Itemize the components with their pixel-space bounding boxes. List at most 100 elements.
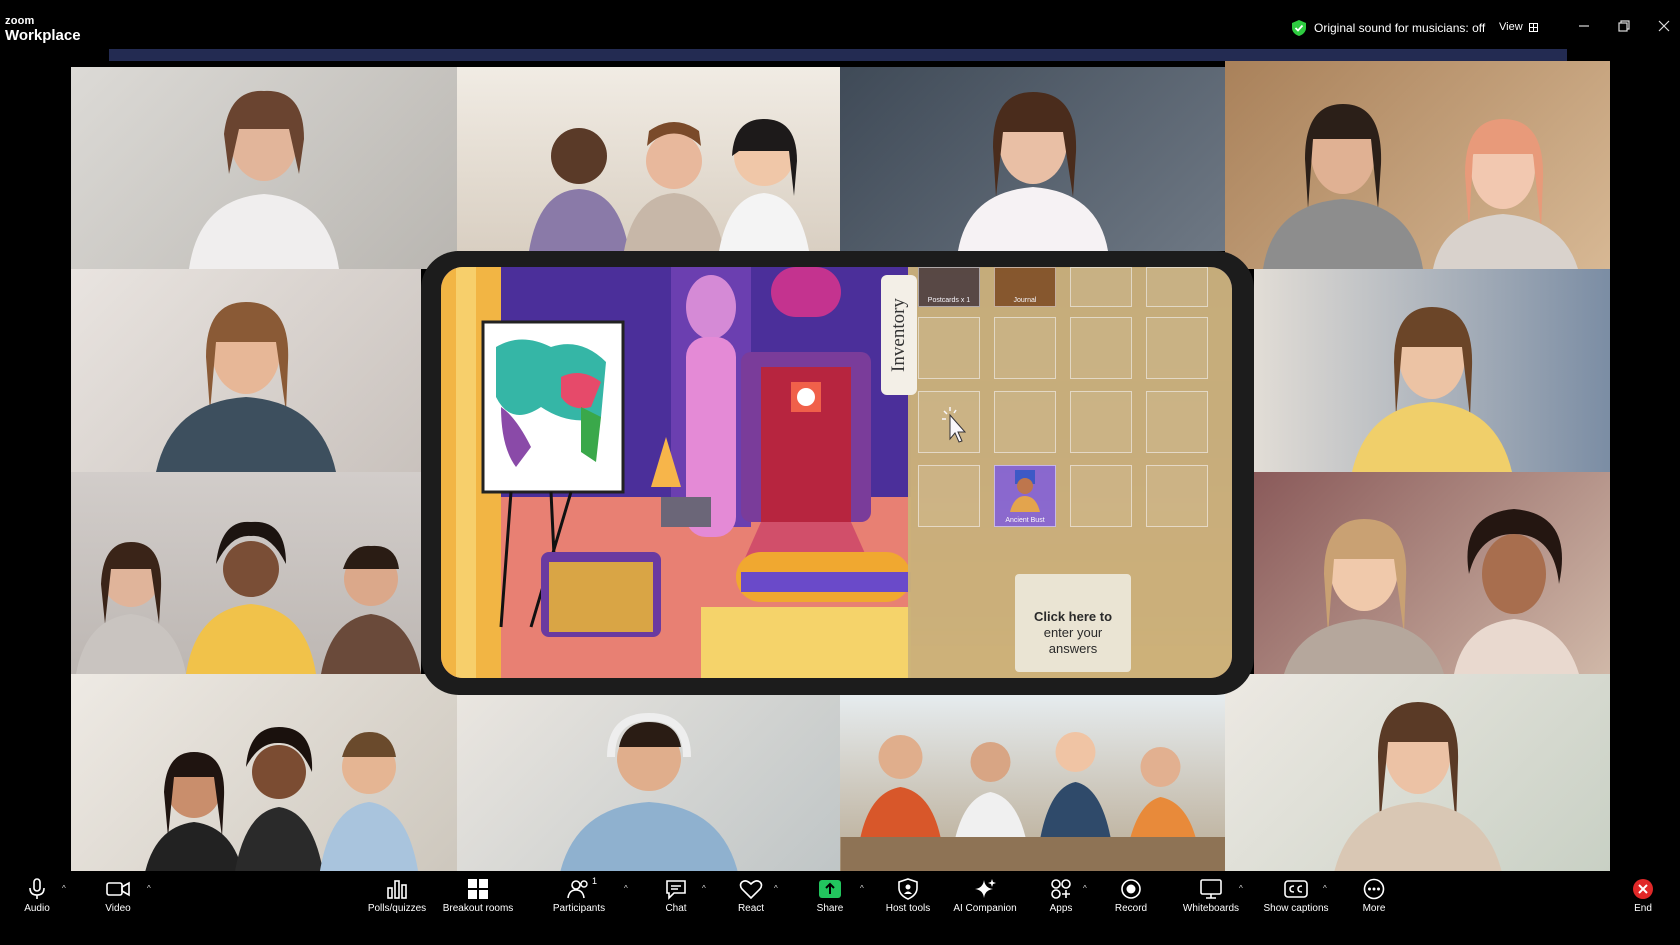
answer-prompt-line3: answers — [1048, 641, 1098, 656]
captions-label: Show captions — [1263, 903, 1329, 914]
audio-options-chevron-icon[interactable]: ^ — [62, 884, 66, 893]
item-label: Postcards x 1 — [927, 297, 971, 304]
inventory-slot[interactable]: Postcards x 1 — [918, 267, 980, 307]
chat-button[interactable]: Chat — [656, 878, 696, 914]
react-chevron-icon[interactable]: ^ — [774, 884, 778, 893]
close-icon[interactable] — [1656, 18, 1672, 34]
inventory-slot[interactable] — [994, 317, 1056, 379]
video-tile[interactable] — [71, 269, 421, 472]
react-button[interactable]: React — [731, 878, 771, 914]
brand-big: Workplace — [5, 27, 81, 44]
video-tile[interactable] — [1254, 472, 1610, 674]
answer-prompt-line1: Click here to — [1033, 609, 1113, 624]
record-icon — [1121, 879, 1141, 899]
participant-video — [840, 732, 1225, 877]
whiteboards-chevron-icon[interactable]: ^ — [1239, 884, 1243, 893]
participant-video — [1332, 702, 1503, 877]
video-button[interactable]: Video — [98, 878, 138, 914]
participant-video — [957, 92, 1108, 251]
item-label: Ancient Bust — [1005, 517, 1045, 524]
title-bar: zoom Workplace Original sound for musici… — [0, 0, 1680, 50]
video-tile[interactable] — [1225, 61, 1610, 269]
participant-video — [1284, 509, 1579, 674]
sparkle-icon — [975, 879, 996, 898]
inventory-slot[interactable] — [1070, 267, 1132, 307]
share-screen-icon — [819, 880, 841, 898]
chat-bubble-icon — [666, 880, 686, 900]
participant-video — [1352, 307, 1512, 472]
grid-view-icon — [1528, 22, 1538, 32]
bar-chart-icon — [387, 880, 407, 899]
restore-icon[interactable] — [1616, 18, 1632, 34]
participant-video — [156, 302, 336, 472]
escape-room-game[interactable]: Postcards x 1 Journal Ancient Bust Inven… — [441, 267, 1232, 678]
inventory-slot[interactable] — [1070, 391, 1132, 453]
inventory-slot[interactable]: Journal — [994, 267, 1056, 307]
minimize-icon[interactable] — [1576, 18, 1592, 34]
audio-button[interactable]: Audio — [17, 878, 57, 914]
inventory-tab[interactable]: Inventory — [881, 275, 917, 395]
video-tile[interactable] — [457, 694, 840, 877]
microphone-icon — [29, 878, 45, 899]
video-tile[interactable] — [840, 67, 1225, 251]
original-sound-indicator[interactable]: Original sound for musicians: off — [1292, 20, 1485, 36]
inventory-slot[interactable] — [1146, 391, 1208, 453]
captions-chevron-icon[interactable]: ^ — [1323, 884, 1327, 893]
inventory-slot[interactable] — [1146, 267, 1208, 307]
participant-video — [144, 727, 419, 877]
cursor-pointer-icon — [942, 407, 967, 443]
react-label: React — [737, 903, 765, 914]
video-tile[interactable] — [71, 67, 457, 269]
share-chevron-icon[interactable]: ^ — [860, 884, 864, 893]
video-label: Video — [105, 903, 131, 914]
enter-answers-button[interactable]: Click here to enter your answers — [1015, 574, 1131, 672]
zoom-workplace-logo: zoom Workplace — [5, 15, 81, 44]
video-tile[interactable] — [71, 472, 421, 674]
participants-button[interactable]: 1 Participants — [546, 876, 612, 914]
inventory-slot[interactable]: Ancient Bust — [994, 465, 1056, 527]
inventory-slot[interactable] — [918, 317, 980, 379]
participant-video — [528, 119, 809, 251]
whiteboards-button[interactable]: Whiteboards — [1176, 878, 1246, 914]
video-tile[interactable] — [71, 674, 457, 877]
more-button[interactable]: More — [1354, 878, 1394, 914]
host-tools-button[interactable]: Host tools — [878, 878, 938, 914]
inventory-slot[interactable] — [918, 465, 980, 527]
answer-prompt-line2: enter your — [1043, 625, 1103, 640]
video-tile[interactable] — [840, 694, 1225, 877]
share-button[interactable]: Share — [810, 878, 850, 914]
view-button[interactable]: View — [1499, 21, 1538, 33]
video-tile[interactable] — [1225, 674, 1610, 877]
record-button[interactable]: Record — [1111, 878, 1151, 914]
end-meeting-button[interactable]: End — [1625, 878, 1661, 914]
participants-label: Participants — [552, 903, 606, 914]
participant-video — [76, 521, 421, 674]
game-scene[interactable] — [441, 267, 911, 678]
inventory-slot[interactable] — [1070, 465, 1132, 527]
video-options-chevron-icon[interactable]: ^ — [147, 884, 151, 893]
shield-icon — [898, 878, 918, 900]
participant-video — [558, 712, 739, 877]
inventory-slot[interactable] — [994, 391, 1056, 453]
polls-button[interactable]: Polls/quizzes — [362, 878, 432, 914]
participant-video — [1262, 104, 1578, 269]
ai-companion-button[interactable]: AI Companion — [945, 878, 1025, 914]
brand-small: zoom — [5, 15, 35, 27]
participant-video — [189, 90, 339, 269]
apps-button[interactable]: Apps — [1041, 878, 1081, 914]
breakout-rooms-button[interactable]: Breakout rooms — [438, 878, 518, 914]
share-label: Share — [816, 903, 844, 914]
apps-icon — [1051, 879, 1071, 899]
audio-label: Audio — [24, 903, 50, 914]
chat-chevron-icon[interactable]: ^ — [702, 884, 706, 893]
item-label: Journal — [1013, 297, 1037, 304]
participants-chevron-icon[interactable]: ^ — [624, 884, 628, 893]
video-tile[interactable] — [457, 67, 840, 251]
whiteboard-icon — [1200, 879, 1222, 899]
breakout-grid-icon — [468, 879, 488, 899]
inventory-slot[interactable] — [1146, 465, 1208, 527]
apps-chevron-icon[interactable]: ^ — [1083, 884, 1087, 893]
inventory-slot[interactable] — [1146, 317, 1208, 379]
video-tile[interactable] — [1254, 269, 1610, 472]
inventory-slot[interactable] — [1070, 317, 1132, 379]
